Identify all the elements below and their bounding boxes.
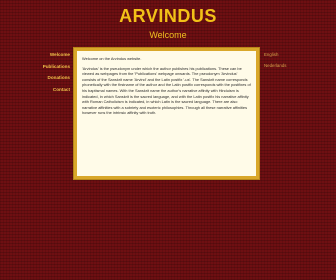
language-link-nederlands[interactable]: Nederlands [264, 63, 286, 68]
content-panel: Welcome on the Arvindus website. 'Arvind… [74, 48, 259, 179]
nav-item-welcome[interactable]: Welcome [28, 52, 70, 57]
page-subtitle: Welcome [149, 30, 187, 40]
main-nav: Welcome Publications Donations Contact [28, 52, 70, 98]
language-switcher: English Nederlands [264, 52, 286, 74]
language-link-english[interactable]: English [264, 52, 286, 57]
nav-item-contact[interactable]: Contact [28, 87, 70, 92]
site-title: ARVINDUS [119, 6, 217, 26]
nav-item-donations[interactable]: Donations [28, 75, 70, 80]
nav-item-publications[interactable]: Publications [28, 64, 70, 69]
body-text: 'Arvindus' is the pseudonym under which … [82, 65, 251, 116]
intro-text: Welcome on the Arvindus website. [82, 56, 142, 61]
